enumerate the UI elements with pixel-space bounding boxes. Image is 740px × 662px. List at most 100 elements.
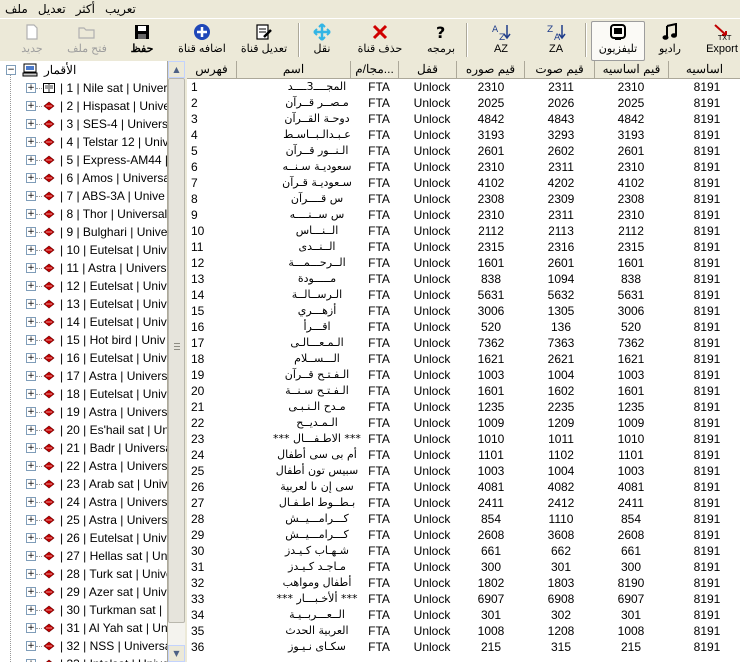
tree-satellite-item[interactable]: + | 29 | Azer sat | Unive	[0, 583, 167, 601]
table-row[interactable]: 22 الـمـديــح FTA Unlock 1009 1209 1009 8191	[187, 415, 740, 431]
expand-toggle-icon[interactable]: +	[26, 245, 36, 255]
table-row[interactable]: 12 الــرحـــمـــة FTA Unlock 1601 2601 1601 819…	[187, 255, 740, 271]
expand-toggle-icon[interactable]: +	[26, 119, 36, 129]
expand-toggle-icon[interactable]: +	[26, 299, 36, 309]
header-mode[interactable]: مجا/م...	[351, 61, 399, 79]
expand-toggle-icon[interactable]: +	[26, 353, 36, 363]
tree-satellite-item[interactable]: + | 22 | Astra | Universa	[0, 457, 167, 475]
tv-button[interactable]: تليفزيون	[591, 21, 645, 61]
table-row[interactable]: 30 شـهـاب كـيـدز FTA Unlock 661 662 661 8191	[187, 543, 740, 559]
table-row[interactable]: 28 كـــرامـــيــش FTA Unlock 854 1110 854 8191	[187, 511, 740, 527]
tree-satellite-item[interactable]: + | 12 | Eutelsat | Unive	[0, 277, 167, 295]
table-row[interactable]: 32 أطفال ومواهب FTA Unlock 1802 1803 8190 8191	[187, 575, 740, 591]
table-row[interactable]: 3 دوحـة القــرآن FTA Unlock 4842 4843 4842 8191	[187, 111, 740, 127]
tree-satellite-item[interactable]: + | 28 | Turk sat | Unive	[0, 565, 167, 583]
table-row[interactable]: 11 الــنــدى FTA Unlock 2315 2316 2315 8191	[187, 239, 740, 255]
radio-button[interactable]: راديو	[650, 22, 690, 59]
collapse-toggle-icon[interactable]: −	[6, 65, 16, 75]
expand-toggle-icon[interactable]: +	[26, 137, 36, 147]
tree-satellite-item[interactable]: + | 8 | Thor | Universal	[0, 205, 167, 223]
expand-toggle-icon[interactable]: +	[26, 335, 36, 345]
table-row[interactable]: 31 مـاجـد كـيـدز FTA Unlock 300 301 300 8191	[187, 559, 740, 575]
tree-satellite-item[interactable]: + | 4 | Telstar 12 | Univ	[0, 133, 167, 151]
expand-toggle-icon[interactable]: +	[26, 173, 36, 183]
table-row[interactable]: 4 عـبـدالـبــاسـط FTA Unlock 3193 3293 3193 819…	[187, 127, 740, 143]
channel-grid[interactable]: فهرس اسم مجا/م... قفل قيم صوره قيم صوت ق…	[187, 61, 740, 662]
table-row[interactable]: 36 سكـاى نـيـوز FTA Unlock 215 315 215 8191	[187, 639, 740, 655]
tree-satellite-item[interactable]: + | 32 | NSS | Universal	[0, 637, 167, 655]
menu-edit[interactable]: تعديل	[33, 0, 71, 18]
tree-satellite-item[interactable]: +| 33 | Intelsat | Unive	[0, 655, 167, 662]
scroll-up-button[interactable]: ▲	[168, 61, 185, 78]
expand-toggle-icon[interactable]: +	[26, 191, 36, 201]
tree-scrollbar[interactable]: ▲ ▼	[168, 61, 185, 662]
tree-satellite-item[interactable]: + | 2 | Hispasat | Unive	[0, 97, 167, 115]
expand-toggle-icon[interactable]: +	[26, 497, 36, 507]
tree-satellite-item[interactable]: + | 31 | Al Yah sat | Un	[0, 619, 167, 637]
tree-satellite-item[interactable]: + | 26 | Eutelsat | Unive	[0, 529, 167, 547]
table-row[interactable]: 24 أم بى سى أطفال FTA Unlock 1101 1102 1101 819…	[187, 447, 740, 463]
expand-toggle-icon[interactable]: +	[26, 587, 36, 597]
expand-toggle-icon[interactable]: +	[26, 425, 36, 435]
tree-satellite-item[interactable]: + | 17 | Astra | Universa	[0, 367, 167, 385]
expand-toggle-icon[interactable]: +	[26, 533, 36, 543]
tree-satellite-item[interactable]: + | 25 | Astra | Universa	[0, 511, 167, 529]
tree-satellite-item[interactable]: + | 16 | Eutelsat | Unive	[0, 349, 167, 367]
tree-satellite-item[interactable]: + | 30 | Turkman sat |	[0, 601, 167, 619]
tree-satellite-item[interactable]: + | 7 | ABS-3A | Unive	[0, 187, 167, 205]
scroll-thumb[interactable]	[168, 78, 185, 623]
expand-toggle-icon[interactable]: +	[26, 101, 36, 111]
header-base[interactable]: اساسيه	[669, 61, 740, 79]
delete-channel-button[interactable]: حذف قناة	[354, 22, 406, 59]
expand-toggle-icon[interactable]: +	[26, 479, 36, 489]
expand-toggle-icon[interactable]: +	[26, 281, 36, 291]
tree-satellite-item[interactable]: + | 13 | Eutelsat | Unive	[0, 295, 167, 313]
table-row[interactable]: 6 سعوديـة سـنــه FTA Unlock 2310 2311 2310 8191	[187, 159, 740, 175]
header-video-pid[interactable]: قيم صوره	[457, 61, 525, 79]
menu-file[interactable]: ملف	[0, 0, 33, 18]
tree-satellite-item[interactable]: + | 20 | Es'hail sat | Uni	[0, 421, 167, 439]
scroll-down-button[interactable]: ▼	[168, 645, 185, 662]
tree-satellite-item[interactable]: + | 1 | Nile sat | Univer	[0, 79, 167, 97]
expand-toggle-icon[interactable]: +	[26, 461, 36, 471]
table-row[interactable]: 27 بـطــوط اطـفـال FTA Unlock 2411 2412 2411 81…	[187, 495, 740, 511]
expand-toggle-icon[interactable]: +	[26, 263, 36, 273]
table-row[interactable]: 9س ســنــــه FTA Unlock 2310 2311 2310 8191	[187, 207, 740, 223]
expand-toggle-icon[interactable]: +	[26, 569, 36, 579]
program-button[interactable]: ? برمجه	[420, 22, 462, 59]
tree-root[interactable]: − الأقمار	[0, 61, 167, 79]
expand-toggle-icon[interactable]: +	[26, 83, 36, 93]
table-row[interactable]: 29 كـــرامـــيــش FTA Unlock 2608 3608 2608 819…	[187, 527, 740, 543]
tree-satellite-item[interactable]: + | 24 | Astra | Universa	[0, 493, 167, 511]
table-row[interactable]: 25 سبيس تون أطفال FTA Unlock 1003 1004 1003 819…	[187, 463, 740, 479]
satellite-tree[interactable]: − الأقمار + | 1 | Nile sat | Univer + | 2 |…	[0, 61, 168, 662]
table-row[interactable]: 5 الـنــور قــرآن FTA Unlock 2601 2602 2601 819…	[187, 143, 740, 159]
expand-toggle-icon[interactable]: +	[26, 443, 36, 453]
tree-satellite-item[interactable]: + | 18 | Eutelsat | Unive	[0, 385, 167, 403]
move-button[interactable]: نقل	[304, 22, 340, 59]
table-row[interactable]: 13 مـــــودة FTA Unlock 838 1094 838 8191	[187, 271, 740, 287]
expand-toggle-icon[interactable]: +	[26, 227, 36, 237]
menu-arabize[interactable]: تعريب	[100, 0, 141, 18]
sort-za-button[interactable]: ZA ZA	[538, 22, 574, 59]
tree-satellite-item[interactable]: + | 5 | Express-AM44 |	[0, 151, 167, 169]
table-row[interactable]: 33 *** ألأخـبـــار *** FTA Unlock 6907 6908 69…	[187, 591, 740, 607]
header-pcr-pid[interactable]: قيم اساسيه	[595, 61, 669, 79]
tree-satellite-item[interactable]: + | 6 | Amos | Universal	[0, 169, 167, 187]
table-row[interactable]: 1 المجــــ3ــــد FTA Unlock 2310 2311 2310 8191	[187, 79, 740, 95]
save-button[interactable]: حفظ	[124, 22, 160, 59]
table-row[interactable]: 34 الــعـــربــيـة FTA Unlock 301 302 301 8191	[187, 607, 740, 623]
tree-satellite-item[interactable]: + | 14 | Eutelsat | Unive	[0, 313, 167, 331]
table-row[interactable]: 14 الـرســالــة FTA Unlock 5631 5632 5631 8191	[187, 287, 740, 303]
expand-toggle-icon[interactable]: +	[26, 623, 36, 633]
expand-toggle-icon[interactable]: +	[26, 371, 36, 381]
tree-satellite-item[interactable]: + | 3 | SES-4 | Universa	[0, 115, 167, 133]
add-channel-button[interactable]: اضافه قناة	[174, 22, 230, 59]
expand-toggle-icon[interactable]: +	[26, 641, 36, 651]
sort-az-button[interactable]: AZ AZ	[483, 22, 519, 59]
expand-toggle-icon[interactable]: +	[26, 605, 36, 615]
table-row[interactable]: 7 سـعوديـة قـرآن FTA Unlock 4102 4202 4102 8191	[187, 175, 740, 191]
edit-channel-button[interactable]: تعديل قناة	[236, 22, 292, 59]
expand-toggle-icon[interactable]: +	[26, 317, 36, 327]
table-row[interactable]: 35 العربية الحدث FTA Unlock 1008 1208 1008 8191	[187, 623, 740, 639]
